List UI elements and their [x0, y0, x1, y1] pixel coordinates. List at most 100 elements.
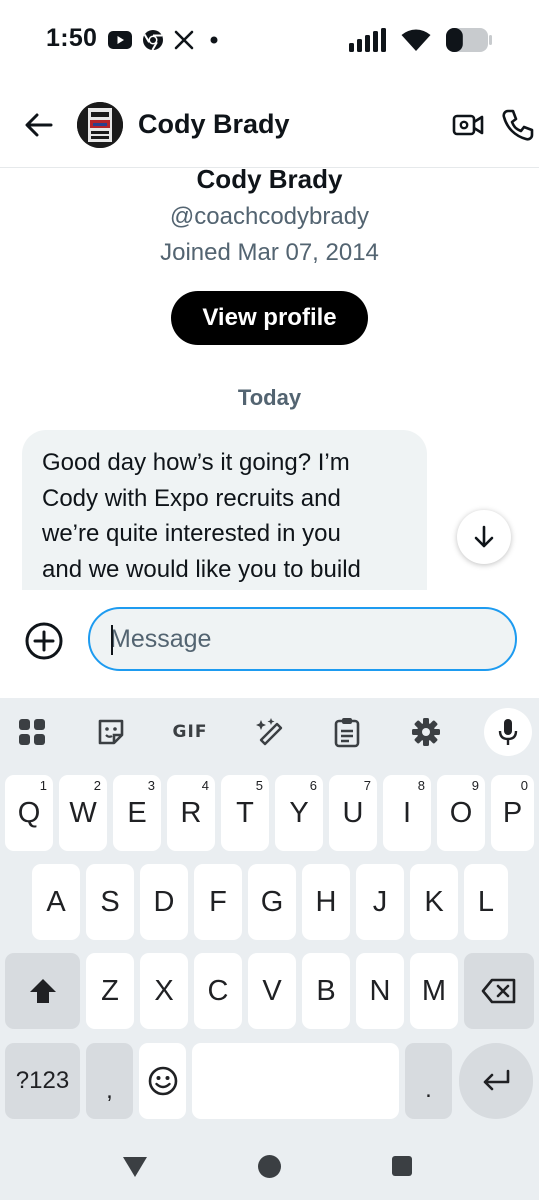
voice-input-button[interactable] — [484, 708, 532, 756]
key-label: D — [153, 885, 175, 918]
nav-recents-button[interactable] — [392, 1156, 412, 1176]
shift-icon — [29, 979, 56, 1003]
key-label: T — [236, 796, 254, 829]
clipboard-icon — [334, 718, 360, 748]
key-k[interactable]: K — [410, 864, 458, 940]
key-label: C — [207, 974, 229, 1007]
gif-icon: GIF — [172, 722, 208, 742]
key-hint: 9 — [471, 778, 479, 793]
apps-grid-button[interactable] — [12, 712, 52, 752]
video-call-icon — [452, 114, 484, 136]
key-label: R — [180, 796, 202, 829]
key-q[interactable]: 1Q — [5, 775, 53, 851]
scroll-to-bottom-button[interactable] — [457, 510, 511, 564]
on-screen-keyboard: GIF 1Q 2W 3E 4R 5T 6Y 7U 8I 9O 0P A S D … — [0, 698, 539, 1132]
key-label: E — [127, 796, 147, 829]
key-label: G — [260, 885, 284, 918]
message-line: Good day how’s it going? I’m — [42, 449, 350, 476]
key-label: X — [154, 974, 174, 1007]
sticker-icon — [98, 719, 124, 745]
nav-back-button[interactable] — [122, 1156, 148, 1183]
key-label: J — [372, 885, 388, 918]
clipboard-button[interactable] — [327, 712, 367, 752]
key-label: K — [424, 885, 444, 918]
key-u[interactable]: 7U — [329, 775, 377, 851]
contact-name[interactable]: Cody Brady — [138, 109, 290, 140]
key-label: V — [262, 974, 282, 1007]
key-a[interactable]: A — [32, 864, 80, 940]
key-label: U — [342, 796, 364, 829]
magic-wand-icon — [256, 718, 283, 746]
message-bubble[interactable]: Good day how’s it going? I’m Cody with E… — [22, 430, 427, 590]
key-label: M — [421, 974, 447, 1007]
key-label: B — [316, 974, 336, 1007]
back-button[interactable] — [22, 108, 56, 142]
key-label: ?123 — [15, 1067, 70, 1094]
status-bar: 1:50 — [0, 0, 539, 82]
space-key[interactable] — [192, 1043, 399, 1119]
key-v[interactable]: V — [248, 953, 296, 1029]
message-line: Cody with Expo recruits and — [42, 484, 341, 512]
key-d[interactable]: D — [140, 864, 188, 940]
key-h[interactable]: H — [302, 864, 350, 940]
key-o[interactable]: 9O — [437, 775, 485, 851]
key-f[interactable]: F — [194, 864, 242, 940]
video-call-button[interactable] — [452, 111, 484, 139]
magic-wand-button[interactable] — [249, 712, 289, 752]
youtube-icon — [108, 31, 132, 49]
key-hint: 2 — [93, 778, 101, 793]
key-c[interactable]: C — [194, 953, 242, 1029]
key-b[interactable]: B — [302, 953, 350, 1029]
status-system-icons — [349, 27, 493, 53]
key-m[interactable]: M — [410, 953, 458, 1029]
message-line: and we would like you to build — [42, 555, 361, 583]
key-e[interactable]: 3E — [113, 775, 161, 851]
comma-key[interactable]: , — [86, 1043, 133, 1119]
emoji-icon — [148, 1066, 177, 1096]
key-r[interactable]: 4R — [167, 775, 215, 851]
gif-button[interactable]: GIF — [165, 712, 215, 752]
shift-key[interactable] — [5, 953, 80, 1029]
key-label: I — [402, 796, 412, 829]
message-input[interactable] — [88, 607, 517, 671]
chrome-icon — [142, 29, 164, 51]
key-label: P — [502, 796, 523, 829]
key-g[interactable]: G — [248, 864, 296, 940]
key-t[interactable]: 5T — [221, 775, 269, 851]
period-key[interactable]: . — [405, 1043, 452, 1119]
key-s[interactable]: S — [86, 864, 134, 940]
key-label: Z — [101, 974, 119, 1007]
sticker-button[interactable] — [91, 712, 131, 752]
enter-icon — [483, 1069, 510, 1091]
key-j[interactable]: J — [356, 864, 404, 940]
key-y[interactable]: 6Y — [275, 775, 323, 851]
key-hint: 5 — [255, 778, 263, 793]
phone-icon — [502, 109, 534, 141]
battery-icon — [445, 27, 493, 53]
avatar[interactable] — [77, 102, 123, 148]
view-profile-button[interactable]: View profile — [171, 291, 368, 345]
phone-call-button[interactable] — [500, 108, 534, 142]
key-z[interactable]: Z — [86, 953, 134, 1029]
key-x[interactable]: X — [140, 953, 188, 1029]
key-i[interactable]: 8I — [383, 775, 431, 851]
backspace-key[interactable] — [464, 953, 534, 1029]
emoji-key[interactable] — [139, 1043, 186, 1119]
nav-home-button[interactable] — [258, 1155, 281, 1178]
symbols-key[interactable]: ?123 — [5, 1043, 80, 1119]
apps-grid-icon — [19, 719, 45, 745]
key-l[interactable]: L — [464, 864, 508, 940]
arrow-down-icon — [474, 525, 494, 548]
status-time: 1:50 — [46, 24, 98, 52]
key-w[interactable]: 2W — [59, 775, 107, 851]
enter-key[interactable] — [459, 1043, 533, 1119]
key-p[interactable]: 0P — [491, 775, 534, 851]
add-media-button[interactable] — [24, 621, 64, 661]
key-label: Q — [17, 796, 41, 829]
settings-button[interactable] — [406, 712, 446, 752]
conversation-area[interactable]: Cody Brady @coachcodybrady Joined Mar 07… — [0, 168, 539, 590]
key-n[interactable]: N — [356, 953, 404, 1029]
profile-handle: @coachcodybrady — [169, 203, 370, 230]
system-navigation-bar — [0, 1132, 539, 1200]
key-label: L — [477, 885, 495, 918]
